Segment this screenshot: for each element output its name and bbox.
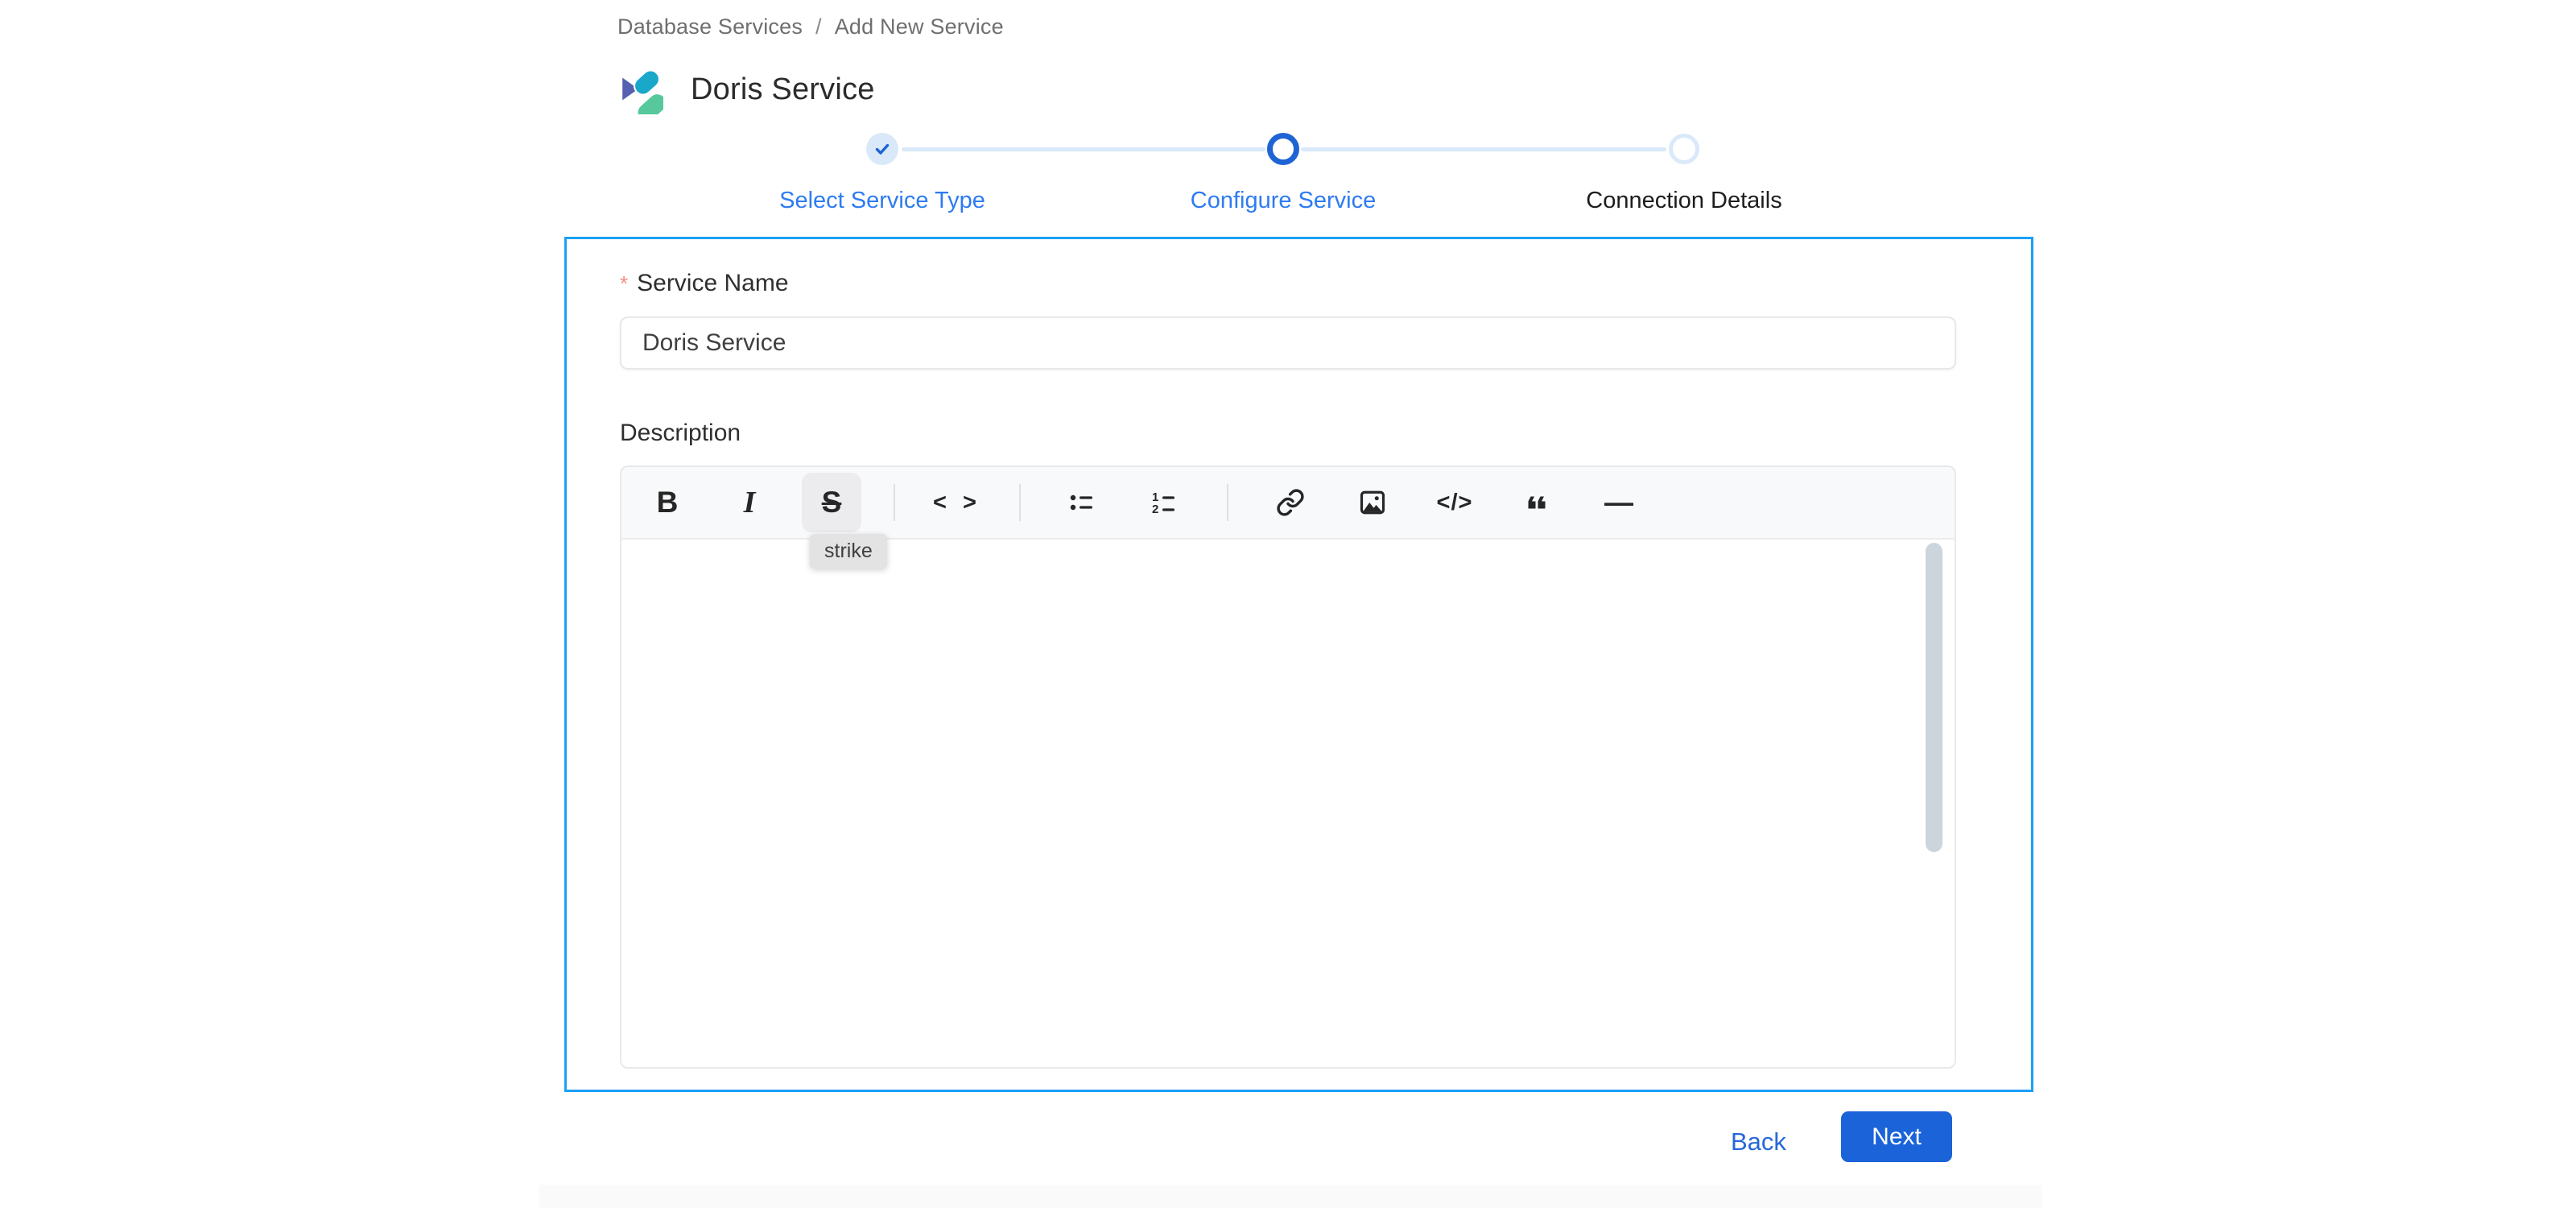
blockquote-icon [1528, 496, 1546, 509]
strike-tooltip: strike [810, 534, 887, 569]
toolbar-divider [1227, 484, 1228, 521]
ordered-list-button[interactable]: 1 2 [1135, 473, 1195, 532]
service-name-label: Service Name [637, 270, 789, 296]
link-button[interactable] [1261, 473, 1320, 532]
toolbar-divider [1019, 484, 1021, 521]
code-block-icon: </> [1436, 489, 1473, 515]
ordered-list-icon: 1 2 [1152, 490, 1174, 516]
breadcrumb: Database Services / Add New Service [617, 14, 1004, 39]
strikethrough-icon: S [821, 486, 842, 519]
breadcrumb-item-database-services[interactable]: Database Services [617, 14, 803, 39]
code-block-button[interactable]: </> [1425, 473, 1484, 532]
step-connector [902, 147, 1265, 151]
image-icon [1360, 490, 1385, 515]
horizontal-rule-icon: — [1604, 486, 1633, 519]
add-new-service-page: Database Services / Add New Service Dori… [0, 0, 2576, 1208]
inline-code-icon: < > [933, 489, 981, 515]
service-header: Doris Service [620, 64, 875, 114]
horizontal-rule-button[interactable]: — [1589, 473, 1649, 532]
strike-button[interactable]: S strike [802, 473, 887, 569]
editor-scrollbar-thumb[interactable] [1926, 543, 1942, 852]
configure-service-card: * Service Name Description B I S strike [564, 237, 2033, 1092]
bold-icon: B [656, 486, 679, 519]
image-button[interactable] [1343, 473, 1402, 532]
blockquote-button[interactable] [1507, 473, 1567, 532]
description-editor-content[interactable] [621, 540, 1955, 1067]
bullet-list-button[interactable] [1053, 473, 1113, 532]
service-name-label-row: * Service Name [620, 270, 789, 297]
step-2-indicator[interactable] [1267, 133, 1299, 165]
back-button[interactable]: Back [1715, 1121, 1802, 1163]
bullet-list-icon [1070, 494, 1092, 511]
link-icon [1277, 489, 1304, 516]
required-marker: * [620, 271, 629, 296]
check-icon [875, 143, 890, 155]
service-name-input[interactable] [620, 316, 1956, 370]
step-3-indicator[interactable] [1669, 134, 1699, 164]
editor-toolbar: B I S strike < > 1 2 </> — [621, 467, 1955, 569]
description-editor: B I S strike < > 1 2 </> — [620, 465, 1956, 1069]
toolbar-divider [894, 484, 895, 521]
inline-code-button[interactable]: < > [927, 473, 987, 532]
step-label-select-service-type[interactable]: Select Service Type [681, 188, 1084, 214]
step-1-indicator[interactable] [866, 133, 898, 165]
step-label-connection-details[interactable]: Connection Details [1483, 188, 1885, 214]
step-label-configure-service[interactable]: Configure Service [1082, 188, 1484, 214]
step-connector [1301, 147, 1666, 151]
italic-icon: I [743, 486, 756, 519]
breadcrumb-separator: / [815, 14, 822, 39]
svg-text:2: 2 [1152, 503, 1158, 516]
italic-button[interactable]: I [720, 473, 779, 532]
doris-logo-icon [622, 69, 663, 114]
next-button[interactable]: Next [1841, 1111, 1952, 1162]
bold-button[interactable]: B [638, 473, 697, 532]
description-label: Description [620, 420, 741, 446]
footer-band [539, 1185, 2042, 1208]
page-title: Doris Service [691, 72, 875, 106]
breadcrumb-item-add-new-service[interactable]: Add New Service [835, 14, 1004, 39]
